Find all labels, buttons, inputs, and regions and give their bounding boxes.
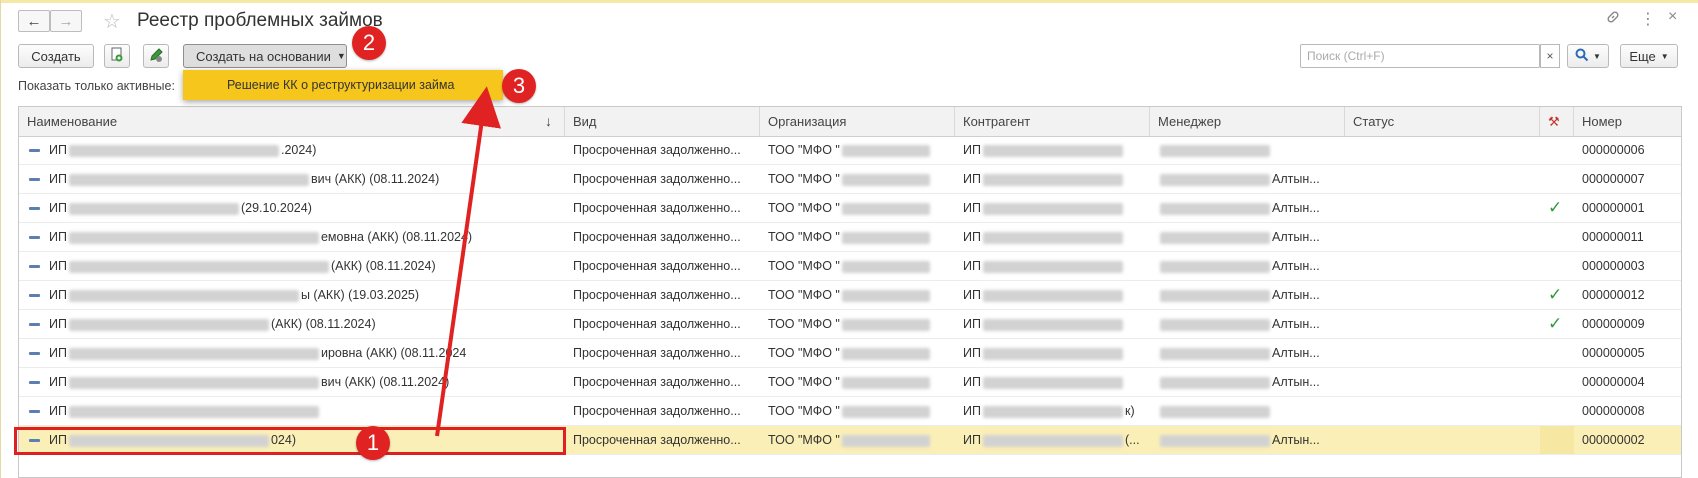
annotation-badge-2: 2 bbox=[352, 26, 386, 60]
annotation-badge-3: 3 bbox=[502, 69, 536, 103]
annotation-arrow bbox=[435, 86, 501, 437]
annotation-badge-1: 1 bbox=[356, 426, 390, 460]
